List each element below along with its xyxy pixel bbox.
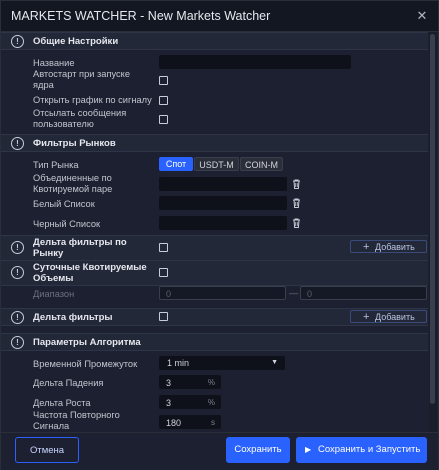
range-label: Диапазон bbox=[33, 289, 75, 299]
info-icon: ! bbox=[11, 266, 24, 279]
timeframe-label: Временной Промежуток bbox=[33, 359, 138, 369]
market-type-coin-m[interactable]: COIN-M bbox=[240, 157, 283, 171]
info-icon: ! bbox=[11, 137, 24, 150]
info-icon: ! bbox=[11, 311, 24, 324]
autostart-label: Автостарт при запуске ядра bbox=[33, 69, 131, 90]
name-label: Название bbox=[33, 58, 75, 68]
repeat-signal-label: Частота Повторного Сигнала bbox=[33, 410, 120, 431]
cancel-button[interactable]: Отмена bbox=[15, 437, 79, 463]
section-title: Фильтры Рынков bbox=[33, 138, 116, 149]
section-delta-market-filters[interactable]: ! Дельта фильтры по Рынку + Добавить bbox=[1, 235, 428, 261]
section-delta-filters[interactable]: ! Дельта фильтры + Добавить bbox=[1, 308, 428, 326]
info-icon: ! bbox=[11, 35, 24, 48]
section-title: Дельта фильтры bbox=[33, 312, 113, 323]
market-type-usdt-m[interactable]: USDT-M bbox=[194, 157, 239, 171]
section-title: Общие Настройки bbox=[33, 36, 119, 47]
delta-rise-label: Дельта Роста bbox=[33, 398, 91, 408]
title-bar: MARKETS WATCHER - New Markets Watcher ✕ bbox=[1, 1, 438, 32]
section-general-settings[interactable]: ! Общие Настройки bbox=[1, 32, 428, 50]
market-type-label: Тип Рынка bbox=[33, 160, 79, 170]
save-and-run-button[interactable]: ▶ Сохранить и Запустить bbox=[296, 437, 427, 463]
trash-icon[interactable] bbox=[292, 218, 301, 228]
section-title: Дельта фильтры по Рынку bbox=[33, 237, 127, 259]
delta-market-checkbox[interactable] bbox=[159, 243, 168, 252]
save-button[interactable]: Сохранить bbox=[226, 437, 290, 463]
caret-down-icon: ▼ bbox=[271, 359, 278, 366]
delta-rise-input[interactable]: 3 % bbox=[159, 395, 221, 409]
play-icon: ▶ bbox=[305, 445, 312, 454]
timeframe-select[interactable]: 1 min ▼ bbox=[159, 356, 285, 370]
info-icon: ! bbox=[11, 241, 24, 254]
repeat-signal-input[interactable]: 180 s bbox=[159, 415, 221, 429]
delta-fall-label: Дельта Падения bbox=[33, 378, 104, 388]
merged-quote-input[interactable] bbox=[159, 177, 287, 191]
add-delta-filter-button[interactable]: + Добавить bbox=[350, 310, 427, 323]
scrollbar-thumb[interactable] bbox=[430, 34, 435, 404]
plus-icon: + bbox=[363, 241, 370, 253]
markets-watcher-dialog: MARKETS WATCHER - New Markets Watcher ✕ … bbox=[0, 0, 439, 470]
section-title: Суточные Квотируемые Объемы bbox=[33, 262, 147, 284]
delta-fall-input[interactable]: 3 % bbox=[159, 375, 221, 389]
range-from-input[interactable]: 0 bbox=[159, 286, 286, 300]
daily-volumes-checkbox[interactable] bbox=[159, 268, 168, 277]
section-daily-volumes[interactable]: ! Суточные Квотируемые Объемы bbox=[1, 260, 428, 286]
trash-icon[interactable] bbox=[292, 198, 301, 208]
section-algorithm-params[interactable]: ! Параметры Алгоритма bbox=[1, 333, 428, 351]
delta-filters-checkbox[interactable] bbox=[159, 312, 168, 321]
blacklist-input[interactable] bbox=[159, 216, 287, 230]
settings-scroll-area[interactable]: ! Общие Настройки Название Автостарт при… bbox=[1, 32, 428, 432]
section-market-filters[interactable]: ! Фильтры Рынков bbox=[1, 134, 428, 152]
send-messages-label: Отсылать сообщения пользователю bbox=[33, 108, 127, 129]
close-icon[interactable]: ✕ bbox=[415, 9, 429, 23]
send-messages-checkbox[interactable] bbox=[159, 115, 168, 124]
autostart-checkbox[interactable] bbox=[159, 76, 168, 85]
info-icon: ! bbox=[11, 336, 24, 349]
name-input[interactable] bbox=[159, 55, 351, 69]
market-type-spot[interactable]: Спот bbox=[159, 157, 193, 171]
add-delta-market-button[interactable]: + Добавить bbox=[350, 240, 427, 253]
trash-icon[interactable] bbox=[292, 179, 301, 189]
range-separator: — bbox=[289, 288, 299, 298]
blacklist-label: Черный Список bbox=[33, 219, 101, 229]
whitelist-label: Белый Список bbox=[33, 199, 95, 209]
merged-quote-label: Объединенные по Квотируемой паре bbox=[33, 173, 113, 194]
open-chart-label: Открыть график по сигналу bbox=[33, 95, 152, 105]
whitelist-input[interactable] bbox=[159, 196, 287, 210]
range-to-input[interactable]: 0 bbox=[300, 286, 427, 300]
section-title: Параметры Алгоритма bbox=[33, 337, 141, 348]
open-chart-checkbox[interactable] bbox=[159, 96, 168, 105]
dialog-title: MARKETS WATCHER - New Markets Watcher bbox=[11, 9, 271, 23]
plus-icon: + bbox=[363, 311, 370, 323]
